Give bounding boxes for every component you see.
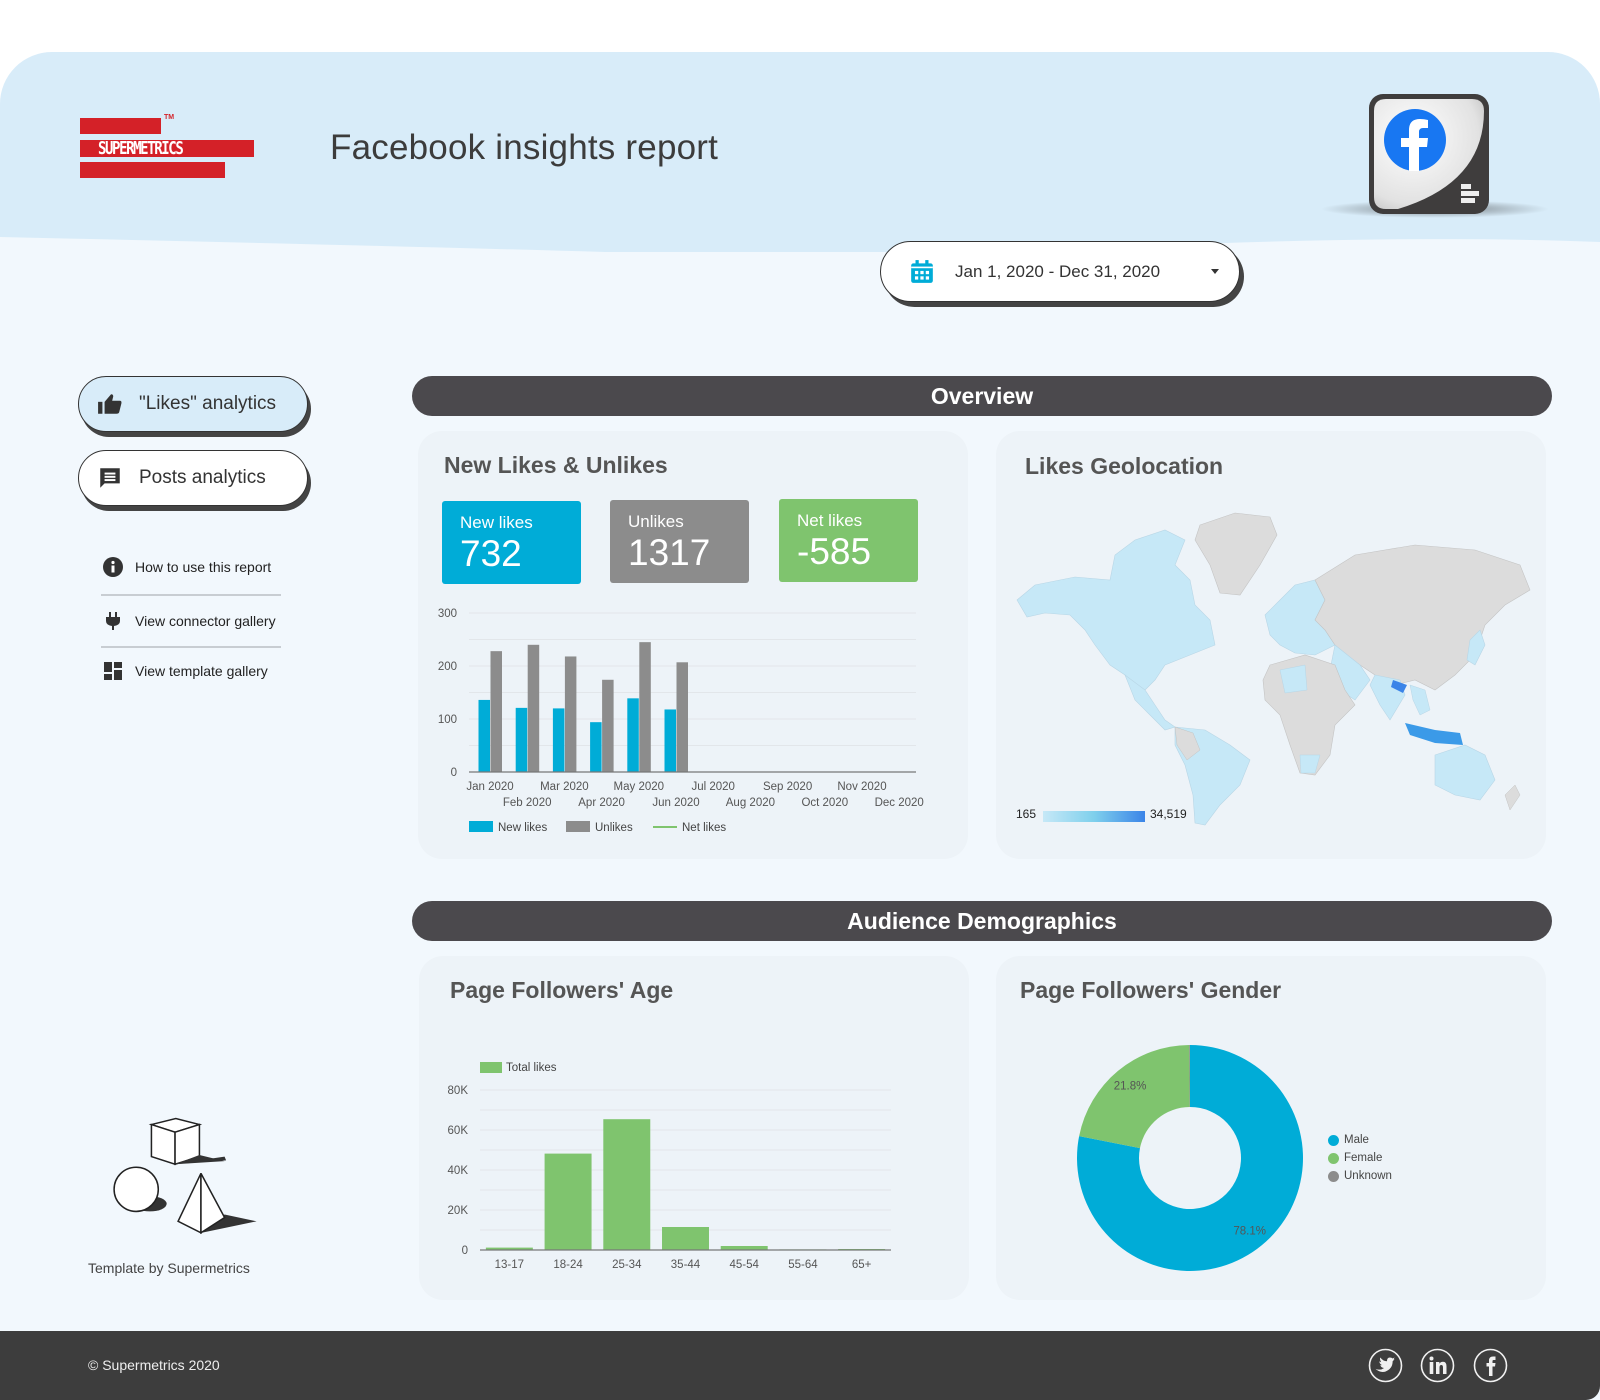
grid-icon bbox=[104, 662, 122, 680]
kpi-label: Net likes bbox=[797, 511, 863, 530]
divider bbox=[101, 594, 281, 596]
report-title: Facebook insights report bbox=[330, 128, 719, 167]
logo-bar bbox=[80, 162, 225, 178]
footer: © Supermetrics 2020 bbox=[0, 1331, 1600, 1400]
map-region[interactable] bbox=[1409, 684, 1431, 716]
map-region[interactable] bbox=[1279, 664, 1308, 694]
map-region[interactable] bbox=[1194, 512, 1278, 596]
section-header-demographics: Audience Demographics bbox=[412, 901, 1552, 941]
card-title: Page Followers' Age bbox=[450, 977, 674, 1003]
legend-label: Female bbox=[1344, 1152, 1383, 1164]
linkedin-icon[interactable] bbox=[1420, 1348, 1455, 1383]
chevron-down-icon bbox=[1211, 269, 1219, 274]
legend-label: Male bbox=[1344, 1134, 1369, 1146]
card-title: New Likes & Unlikes bbox=[444, 452, 668, 478]
plug-icon bbox=[106, 612, 120, 630]
facebook-connector-icon bbox=[1368, 93, 1490, 215]
copyright: © Supermetrics 2020 bbox=[88, 1357, 220, 1373]
logo-text: SUPERMETRICS bbox=[98, 139, 184, 159]
supermetrics-logo[interactable]: SUPERMETRICS TM bbox=[80, 114, 256, 182]
thumbs-up-icon bbox=[98, 394, 122, 414]
scale-max: 34,519 bbox=[1150, 807, 1187, 821]
kpi-label: New likes bbox=[460, 513, 533, 532]
link-label: How to use this report bbox=[135, 559, 272, 575]
card-followers-age bbox=[419, 956, 969, 1300]
map-region[interactable] bbox=[1504, 784, 1521, 811]
link-how-to-use[interactable]: How to use this report bbox=[103, 557, 271, 577]
map-region[interactable] bbox=[1434, 744, 1496, 801]
map-region[interactable] bbox=[1016, 529, 1216, 691]
color-scale-bar bbox=[1043, 811, 1145, 822]
kpi-label: Unlikes bbox=[628, 512, 684, 531]
date-range-value: Jan 1, 2020 - Dec 31, 2020 bbox=[955, 261, 1161, 281]
logo-trademark: TM bbox=[164, 114, 175, 121]
legend-item: Male bbox=[1328, 1131, 1392, 1149]
scale-min: 165 bbox=[1016, 807, 1037, 821]
legend-swatch bbox=[1328, 1134, 1339, 1146]
chat-icon bbox=[100, 468, 120, 488]
date-range-picker[interactable]: Jan 1, 2020 - Dec 31, 2020 bbox=[880, 241, 1240, 302]
info-icon bbox=[103, 557, 123, 577]
logo-bar bbox=[80, 118, 161, 134]
section-header-overview: Overview bbox=[412, 376, 1552, 416]
legend-item: Unknown bbox=[1328, 1167, 1392, 1185]
link-label: View template gallery bbox=[135, 663, 268, 679]
map-region[interactable] bbox=[1369, 674, 1406, 721]
template-credit: Template by Supermetrics bbox=[88, 1260, 250, 1276]
divider bbox=[101, 646, 281, 648]
kpi-net-likes: Net likes -585 bbox=[779, 499, 918, 582]
kpi-value: -585 bbox=[797, 531, 872, 572]
kpi-new-likes: New likes 732 bbox=[442, 501, 581, 584]
link-connector-gallery[interactable]: View connector gallery bbox=[103, 611, 276, 631]
facebook-icon[interactable] bbox=[1473, 1348, 1508, 1383]
legend-label: Unknown bbox=[1344, 1170, 1392, 1182]
nav-posts-analytics[interactable]: Posts analytics bbox=[78, 450, 308, 506]
calendar-icon bbox=[911, 259, 933, 283]
twitter-icon[interactable] bbox=[1368, 1348, 1403, 1383]
kpi-unlikes: Unlikes 1317 bbox=[610, 500, 749, 583]
card-title: Page Followers' Gender bbox=[1020, 977, 1282, 1003]
card-likes-unlikes bbox=[418, 431, 968, 859]
card-followers-gender bbox=[996, 956, 1546, 1300]
gender-legend: Male Female Unknown bbox=[1328, 1131, 1392, 1185]
legend-item: Female bbox=[1328, 1149, 1392, 1167]
legend-swatch bbox=[1328, 1152, 1339, 1164]
legend-swatch bbox=[1328, 1170, 1339, 1182]
nav-label: "Likes" analytics bbox=[139, 393, 277, 414]
map-region-high[interactable] bbox=[1405, 723, 1463, 745]
nav-likes-analytics[interactable]: "Likes" analytics bbox=[78, 376, 308, 432]
nav-label: Posts analytics bbox=[139, 467, 266, 488]
kpi-value: 1317 bbox=[628, 532, 711, 573]
card-title: Likes Geolocation bbox=[1025, 453, 1224, 479]
link-label: View connector gallery bbox=[135, 613, 276, 629]
link-template-gallery[interactable]: View template gallery bbox=[103, 661, 268, 681]
kpi-value: 732 bbox=[460, 533, 522, 574]
geometric-shapes-illustration bbox=[88, 1088, 288, 1248]
world-map[interactable] bbox=[1015, 505, 1535, 830]
